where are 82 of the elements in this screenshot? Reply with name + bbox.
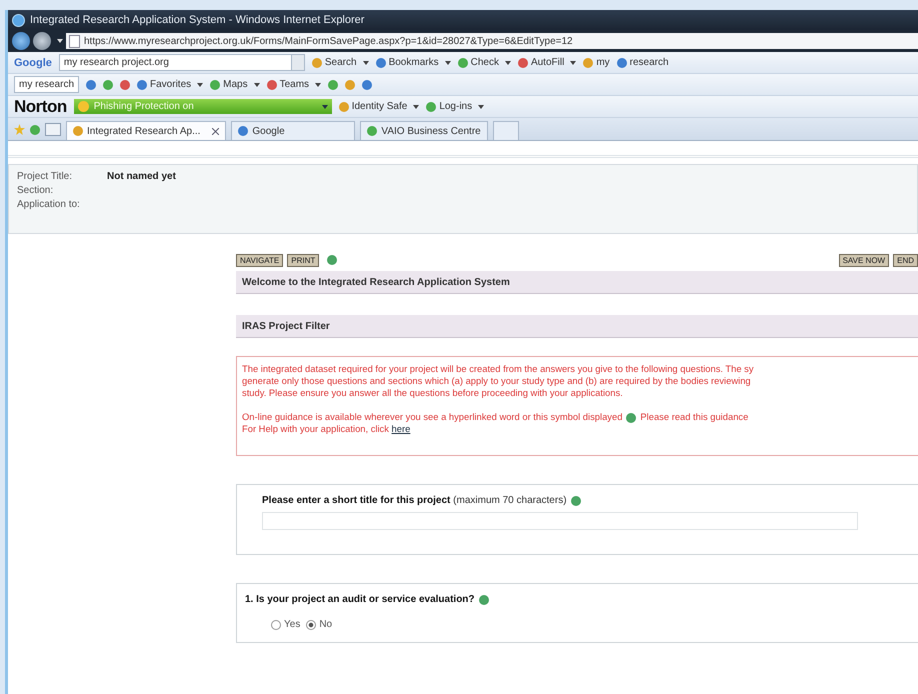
radio-button[interactable]: [271, 620, 281, 630]
intro-paragraph: The integrated dataset required for your project will be created from the answers you give to the following questions. The sy generate only those questions and sections which (a) apply to your study type and (b) are required by the bodies reviewing study. Please ensure you answer all the questions before proceeding with your applications.: [242, 363, 755, 399]
caret-icon: [504, 60, 511, 64]
dot-icon[interactable]: [30, 125, 40, 135]
close-icon[interactable]: [212, 128, 220, 134]
browser-tab[interactable]: VAIO Business Centre: [360, 121, 488, 140]
info-label: Section:: [17, 185, 54, 196]
page-button[interactable]: PRINT: [287, 254, 320, 266]
info-label: Project Title:: [17, 171, 74, 182]
help-link[interactable]: here: [392, 423, 410, 434]
question-text: Please enter a short title for this project (maximum 70 characters): [262, 495, 567, 506]
dot-icon[interactable]: [120, 80, 130, 90]
caret-icon: [478, 104, 484, 108]
search-field[interactable]: my research project.org: [58, 54, 305, 71]
option-label: Yes: [284, 619, 300, 630]
toolbar-button[interactable]: AutoFill: [518, 57, 576, 68]
page-button[interactable]: NAVIGATE: [236, 254, 284, 266]
toolbar-button[interactable]: Teams: [266, 79, 322, 90]
address-field[interactable]: https://www.myresearchproject.org.uk/Forms/MainFormSavePage.aspx?p=1&id=28027&Type=6&EditType=12: [66, 33, 918, 49]
toolbar-button[interactable]: Log-ins: [426, 101, 484, 112]
dot-icon: [338, 102, 349, 112]
toolbar-button[interactable]: my: [583, 57, 610, 68]
input-field[interactable]: [262, 512, 858, 530]
dot-icon: [73, 126, 83, 136]
browser-tab[interactable]: Integrated Research Ap...: [66, 121, 226, 140]
question-text: 1. Is your project an audit or service evaluation?: [245, 594, 475, 605]
dot-icon: [518, 58, 528, 68]
dot-icon: [238, 126, 248, 136]
caret-icon: [362, 60, 369, 64]
radio-button[interactable]: [306, 620, 316, 630]
dot-icon: [426, 102, 436, 112]
option-label: No: [319, 619, 332, 630]
dot-icon: [616, 58, 627, 68]
dot-icon[interactable]: [86, 80, 96, 90]
info-label: Application to:: [17, 199, 81, 210]
caret-icon: [570, 60, 576, 64]
browser-tab[interactable]: Google: [231, 121, 356, 140]
new-tab-button[interactable]: [492, 121, 519, 140]
forward-button[interactable]: [33, 32, 51, 50]
toolbar-button[interactable]: Bookmarks: [376, 57, 451, 68]
window-title: Integrated Research Application System - Windows Internet Explorer: [30, 14, 364, 26]
page-button[interactable]: SAVE NOW: [838, 254, 890, 266]
toolbar-button[interactable]: Identity Safe: [338, 101, 420, 112]
dot-icon[interactable]: [345, 80, 356, 90]
help-text: For Help with your application, click here: [242, 423, 412, 435]
page-icon: [69, 34, 80, 48]
caret-icon: [444, 60, 451, 64]
toolbar-button[interactable]: Search: [312, 57, 369, 68]
caret-icon: [254, 82, 260, 86]
caret-icon: [315, 82, 322, 86]
dot-icon[interactable]: [362, 80, 372, 90]
toolbar-button[interactable]: research: [616, 57, 669, 68]
caret-icon: [322, 104, 328, 108]
dot-icon: [458, 58, 468, 68]
search-field[interactable]: my research: [14, 76, 80, 93]
dot-icon: [367, 126, 378, 136]
section-heading: Welcome to the Integrated Research Application System: [236, 271, 918, 294]
dot-icon[interactable]: [328, 80, 338, 90]
dot-icon: [210, 80, 220, 90]
info-value: Not named yet: [107, 171, 176, 182]
toolbar-button[interactable]: Favorites: [137, 79, 204, 90]
toolbar-button[interactable]: Maps: [210, 79, 260, 90]
section-heading: IRAS Project Filter: [236, 315, 918, 338]
back-button[interactable]: [12, 32, 30, 50]
dot-icon: [583, 58, 594, 68]
dot-icon: [137, 80, 148, 90]
page-button[interactable]: END: [893, 254, 918, 266]
guidance-text: On-line guidance is available wherever you see a hyperlinked word or this symbol displayed: [242, 411, 622, 422]
dot-icon: [376, 58, 386, 68]
tab-list-button[interactable]: [45, 123, 61, 136]
dot-icon[interactable]: [103, 80, 114, 90]
caret-icon: [197, 82, 204, 86]
check-icon: [78, 101, 89, 112]
norton-logo: Norton: [14, 96, 67, 116]
dot-icon: [266, 80, 277, 90]
toolbar-button[interactable]: Check: [458, 57, 511, 68]
dropdown-button[interactable]: [290, 55, 304, 70]
google-logo: Google: [14, 56, 52, 68]
guidance-text: Please read this guidance: [640, 411, 748, 422]
dot-icon: [312, 58, 322, 68]
caret-icon: [413, 104, 420, 108]
globe-icon: [12, 14, 25, 26]
